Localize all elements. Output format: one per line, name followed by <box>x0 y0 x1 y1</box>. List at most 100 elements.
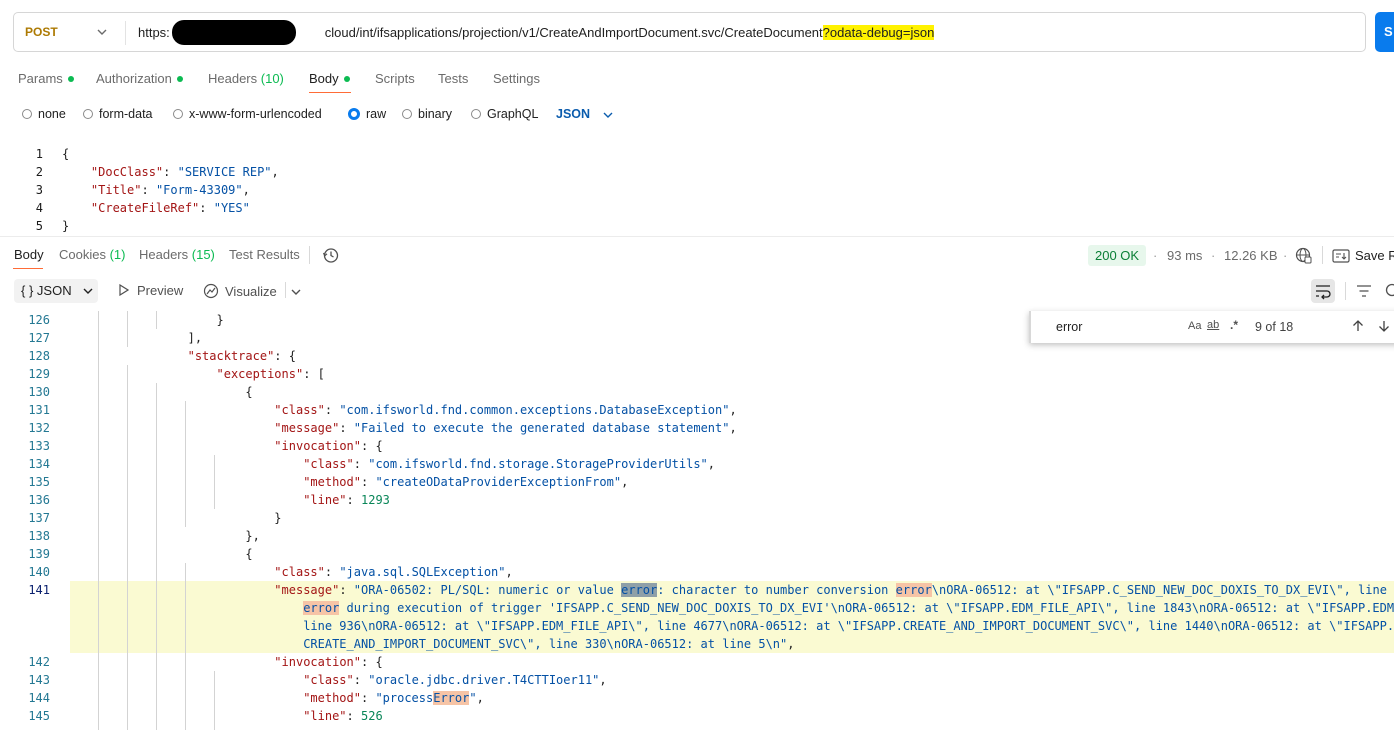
match-case-toggle[interactable]: Aa <box>1188 320 1201 332</box>
active-dot <box>343 75 350 82</box>
find-input[interactable]: error <box>1056 320 1082 334</box>
radio-circle <box>402 108 412 119</box>
line-number: 1 <box>35 147 43 161</box>
response-format-select[interactable]: { } JSON <box>14 279 98 303</box>
code-line: } <box>72 509 281 527</box>
save-response-button[interactable]: Save R <box>1355 248 1394 263</box>
radio-form-data[interactable]: form-data <box>83 107 153 121</box>
tab-headers-label: Headers <box>208 71 258 86</box>
code-line: "message": "Failed to execute the genera… <box>72 419 736 437</box>
code-line: "CreateFileRef": "YES" <box>62 199 250 217</box>
response-tab-headers[interactable]: Headers (15) <box>139 247 215 262</box>
preview-button[interactable]: Preview <box>118 283 183 298</box>
separator-dot: · <box>1211 248 1216 263</box>
network-globe-icon[interactable] <box>1295 247 1312 264</box>
tab-settings[interactable]: Settings <box>493 71 540 86</box>
code-line: }, <box>72 527 259 545</box>
code-token: : <box>141 183 156 197</box>
radio-urlencoded[interactable]: x-www-form-urlencoded <box>173 107 322 121</box>
body-language-select[interactable]: JSON <box>556 107 590 121</box>
active-dot <box>67 75 74 82</box>
radio-form-data-label: form-data <box>99 107 153 121</box>
radio-none[interactable]: none <box>22 107 66 121</box>
wrap-lines-button[interactable] <box>1311 279 1335 303</box>
preview-label: Preview <box>137 283 184 298</box>
send-button[interactable]: S <box>1375 12 1394 52</box>
chevron-down-icon[interactable] <box>96 26 108 38</box>
line-number: 142 <box>28 655 50 669</box>
code-token: "stacktrace" <box>187 349 275 363</box>
code-token: } <box>72 313 224 327</box>
visualize-icon <box>203 283 219 299</box>
code-token: "createODataProviderExceptionFrom" <box>375 475 622 489</box>
response-tab-cookies[interactable]: Cookies (1) <box>59 247 125 262</box>
code-token: "method" <box>303 475 361 489</box>
radio-raw[interactable]: raw <box>348 107 386 121</box>
tab-scripts[interactable]: Scripts <box>375 71 415 86</box>
line-number: 4 <box>35 201 43 215</box>
status-badge[interactable]: 200 OK <box>1088 245 1147 266</box>
code-token: : <box>199 201 214 215</box>
radio-none-label: none <box>38 107 66 121</box>
tab-tests[interactable]: Tests <box>438 71 468 86</box>
save-example-icon[interactable] <box>1332 249 1350 263</box>
code-token: : <box>360 475 376 489</box>
request-body-editor[interactable]: 1 {2 "DocClass": "SERVICE REP", 3 "Title":… <box>0 141 1394 234</box>
search-icon[interactable] <box>1383 283 1394 299</box>
code-token: line 936\nORA-06512: at \"IFSAPP.EDM_FIL… <box>303 619 1394 633</box>
code-token: "oracle.jdbc.driver.T4CTTIoer11" <box>368 673 600 687</box>
match-whole-word-toggle[interactable]: ab <box>1207 319 1219 331</box>
response-tab-headers-count: (15) <box>191 247 215 262</box>
code-token: "class" <box>274 565 325 579</box>
code-token: CREATE_AND_IMPORT_DOCUMENT_SVC\", line 3… <box>303 637 788 651</box>
code-line: "invocation": { <box>72 653 382 671</box>
visualize-button[interactable]: Visualize <box>203 283 277 299</box>
tab-authorization[interactable]: Authorization <box>96 71 183 86</box>
arrow-down-icon[interactable] <box>1377 319 1391 333</box>
chevron-down-icon[interactable] <box>290 286 302 298</box>
response-time[interactable]: 93 ms <box>1167 248 1202 263</box>
method-select[interactable]: POST <box>25 25 58 39</box>
response-tab-body[interactable]: Body <box>14 247 44 262</box>
code-token: "invocation" <box>274 439 361 453</box>
response-size[interactable]: 12.26 KB <box>1224 248 1278 263</box>
tab-headers[interactable]: Headers (10) <box>208 71 284 86</box>
history-icon[interactable] <box>322 247 339 264</box>
code-token: " <box>469 691 477 705</box>
code-token: "com.ifsworld.fnd.common.exceptions.Data… <box>339 403 730 417</box>
line-number: 135 <box>28 475 50 489</box>
line-number: 136 <box>28 493 50 507</box>
search-match: error <box>621 583 658 597</box>
tab-body[interactable]: Body <box>309 71 350 86</box>
line-number: 138 <box>28 529 50 543</box>
code-line: "message": "ORA-06502: PL/SQL: numeric o… <box>72 581 1394 599</box>
filter-icon[interactable] <box>1356 284 1372 298</box>
chevron-down-icon[interactable] <box>602 109 614 121</box>
radio-binary[interactable]: binary <box>402 107 452 121</box>
line-number: 140 <box>28 565 50 579</box>
url-path: cloud/int/ifsapplications/projection/v1/… <box>324 25 823 40</box>
code-token: during execution of trigger 'IFSAPP.C_SE… <box>339 601 1394 615</box>
line-number: 137 <box>28 511 50 525</box>
code-token: , <box>729 403 737 417</box>
code-token: "invocation" <box>274 655 361 669</box>
arrow-up-icon[interactable] <box>1351 319 1365 333</box>
code-token: "YES" <box>213 201 250 215</box>
radio-graphql[interactable]: GraphQL <box>471 107 538 121</box>
response-tab-test-results[interactable]: Test Results <box>229 247 300 262</box>
code-line: "method": "processError", <box>72 689 484 707</box>
code-token: : { <box>274 349 296 363</box>
regex-toggle[interactable]: .* <box>1230 318 1238 332</box>
search-match: Error <box>433 691 470 705</box>
divider <box>125 21 126 45</box>
line-number: 145 <box>28 709 50 723</box>
response-body-editor[interactable]: 126 } 127 ], 128 "stacktrace": {129 "excep… <box>0 311 1394 730</box>
tab-params[interactable]: Params <box>18 71 74 86</box>
code-token: , <box>476 691 484 705</box>
code-token: : <box>163 165 178 179</box>
